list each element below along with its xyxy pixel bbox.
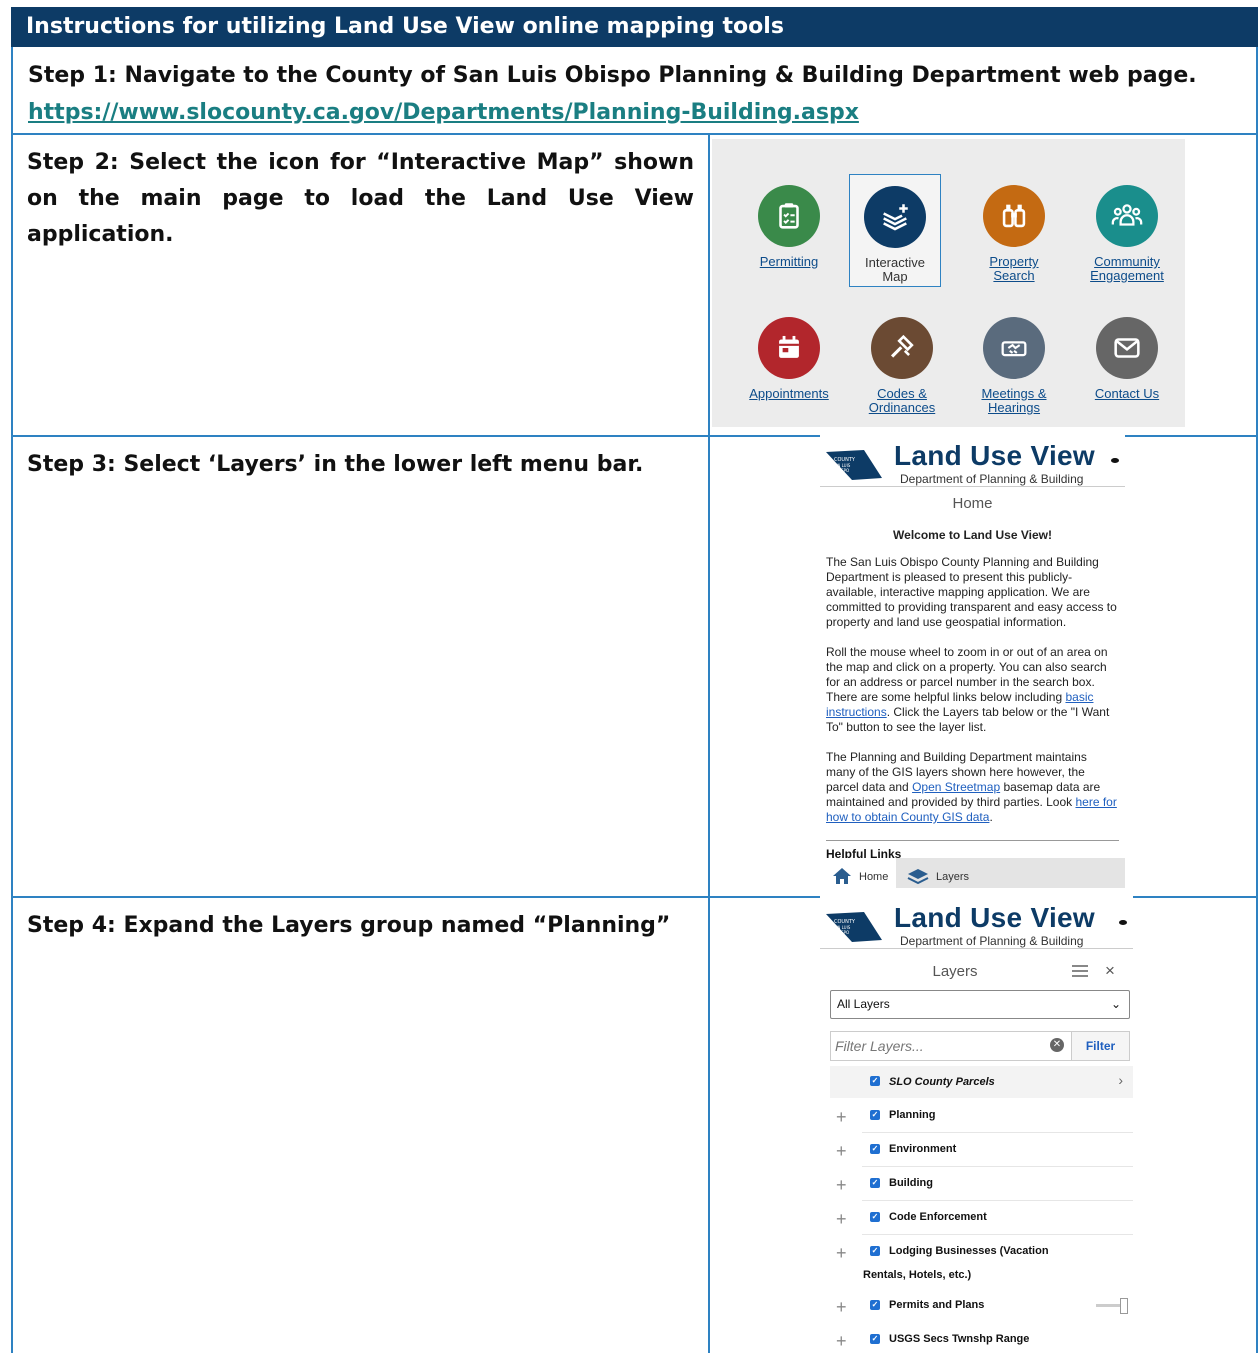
expand-icon[interactable]: + — [836, 1141, 847, 1162]
panel-title: Layers — [932, 963, 978, 980]
codes-label-line2: Ordinances — [868, 400, 936, 415]
list-menu-icon[interactable] — [1072, 965, 1088, 980]
checkbox[interactable]: ✓ — [870, 1334, 880, 1344]
layers-plus-icon — [864, 186, 926, 248]
contact-us-tile[interactable]: Contact Us — [1077, 317, 1177, 401]
property-search-tile[interactable]: Property Search — [964, 185, 1064, 283]
step3-text: Step 3: Select ‘Layers’ in the lower lef… — [13, 437, 710, 896]
app-subtitle: Department of Planning & Building — [900, 472, 1084, 486]
permitting-label: Permitting — [759, 254, 819, 269]
app-brand: COUNTY SAN LUIS OBISPO Land Use View Dep… — [820, 434, 1125, 487]
property-search-label-line2: Search — [993, 268, 1035, 283]
layers-panel-header: Layers × — [820, 953, 1133, 993]
chevron-down-icon: ⌄ — [1110, 997, 1121, 1011]
envelope-icon — [1096, 317, 1158, 379]
checkbox[interactable]: ✓ — [870, 1110, 880, 1120]
meetings-label-line2: Hearings — [987, 400, 1041, 415]
layers-icon — [907, 869, 929, 885]
interactive-map-label-line1: Interactive — [865, 255, 925, 270]
planning-building-link[interactable]: https://www.slocounty.ca.gov/Departments… — [28, 100, 859, 125]
app-menu-dot[interactable] — [1111, 458, 1119, 463]
layer-theme-select[interactable]: All Layers ⌄ — [830, 990, 1130, 1019]
interactive-map-label-line2: Map — [882, 269, 908, 284]
clear-filter-icon[interactable]: ✕ — [1050, 1038, 1064, 1052]
checkbox[interactable]: ✓ — [870, 1212, 880, 1222]
county-logo-icon: COUNTY SAN LUIS OBISPO — [826, 912, 882, 942]
land-use-view-layers-screenshot: COUNTY SAN LUIS OBISPO Land Use View Dep… — [820, 896, 1133, 1353]
meetings-hearings-tile[interactable]: Meetings & Hearings — [964, 317, 1064, 415]
home-panel-body: Welcome to Land Use View! The San Luis O… — [820, 528, 1125, 825]
step4-text: Step 4: Expand the Layers group named “P… — [13, 898, 710, 1353]
svg-text:OBISPO: OBISPO — [834, 468, 849, 473]
contact-us-label: Contact Us — [1094, 386, 1160, 401]
community-engagement-label-line2: Engagement — [1090, 268, 1164, 283]
checkbox[interactable]: ✓ — [870, 1144, 880, 1154]
land-use-view-home-screenshot: COUNTY SAN LUIS OBISPO Land Use View Dep… — [820, 434, 1125, 888]
open-streetmap-link[interactable]: Open Streetmap — [912, 780, 1000, 794]
appointments-tile[interactable]: Appointments — [734, 317, 844, 401]
expand-icon[interactable]: + — [836, 1107, 847, 1128]
intro-paragraph: The San Luis Obispo County Planning and … — [826, 555, 1117, 629]
interactive-map-tile[interactable]: Interactive Map — [849, 174, 941, 287]
people-icon — [1096, 185, 1158, 247]
app-menu-dot[interactable] — [1119, 920, 1127, 925]
step2-text: Step 2: Select the icon for “Interactive… — [13, 135, 710, 435]
department-icon-grid: Permitting Interactive Map Property Sear… — [712, 139, 1185, 427]
app-brand: COUNTY SAN LUIS OBISPO Land Use View Dep… — [820, 896, 1133, 949]
community-engagement-label-line1: Community — [1094, 254, 1160, 269]
layer-row[interactable]: ✓ SLO County Parcels › — [830, 1066, 1133, 1098]
county-logo-icon: COUNTY SAN LUIS OBISPO — [826, 450, 882, 480]
community-engagement-tile[interactable]: Community Engagement — [1077, 185, 1177, 283]
checkbox[interactable]: ✓ — [870, 1076, 880, 1086]
checkbox[interactable]: ✓ — [870, 1178, 880, 1188]
binoculars-icon — [983, 185, 1045, 247]
app-title: Land Use View — [894, 902, 1096, 933]
document-header: Instructions for utilizing Land Use View… — [11, 7, 1258, 47]
codes-ordinances-tile[interactable]: Codes & Ordinances — [852, 317, 952, 415]
codes-label-line1: Codes & — [877, 386, 927, 401]
bottom-tab-bar: Home Layers — [824, 858, 1125, 888]
data-paragraph: The Planning and Building Department mai… — [826, 750, 1117, 824]
app-title: Land Use View — [894, 440, 1096, 471]
welcome-heading: Welcome to Land Use View! — [893, 528, 1052, 542]
step1-row: Step 1: Navigate to the County of San Lu… — [11, 47, 1258, 135]
chevron-right-icon[interactable]: › — [1118, 1072, 1123, 1088]
tab-home[interactable]: Home — [824, 858, 896, 888]
expand-icon[interactable]: + — [836, 1175, 847, 1196]
calendar-icon — [758, 317, 820, 379]
opacity-slider[interactable] — [1096, 1298, 1128, 1314]
filter-button[interactable]: Filter — [1072, 1031, 1130, 1061]
step1-text: Step 1: Navigate to the County of San Lu… — [28, 63, 1197, 88]
gavel-icon — [871, 317, 933, 379]
expand-icon[interactable]: + — [836, 1297, 847, 1318]
checkbox[interactable]: ✓ — [870, 1300, 880, 1310]
expand-icon[interactable]: + — [836, 1331, 847, 1352]
expand-icon[interactable]: + — [836, 1209, 847, 1230]
svg-text:OBISPO: OBISPO — [834, 930, 849, 935]
handshake-icon — [983, 317, 1045, 379]
panel-title: Home — [952, 495, 993, 512]
tab-layers[interactable]: Layers — [900, 858, 980, 888]
filter-bar: Filter Layers... ✕ Filter — [830, 1031, 1130, 1061]
close-icon[interactable]: × — [1105, 961, 1115, 981]
usage-paragraph: Roll the mouse wheel to zoom in or out o… — [826, 645, 1110, 734]
appointments-label: Appointments — [749, 386, 829, 401]
property-search-label-line1: Property — [989, 254, 1039, 269]
clipboard-icon — [758, 185, 820, 247]
meetings-label-line1: Meetings & — [981, 386, 1047, 401]
home-icon — [833, 868, 851, 884]
permitting-tile[interactable]: Permitting — [739, 185, 839, 269]
filter-layers-input[interactable]: Filter Layers... — [830, 1031, 1072, 1061]
expand-icon[interactable]: + — [836, 1243, 847, 1264]
app-subtitle: Department of Planning & Building — [900, 934, 1084, 948]
